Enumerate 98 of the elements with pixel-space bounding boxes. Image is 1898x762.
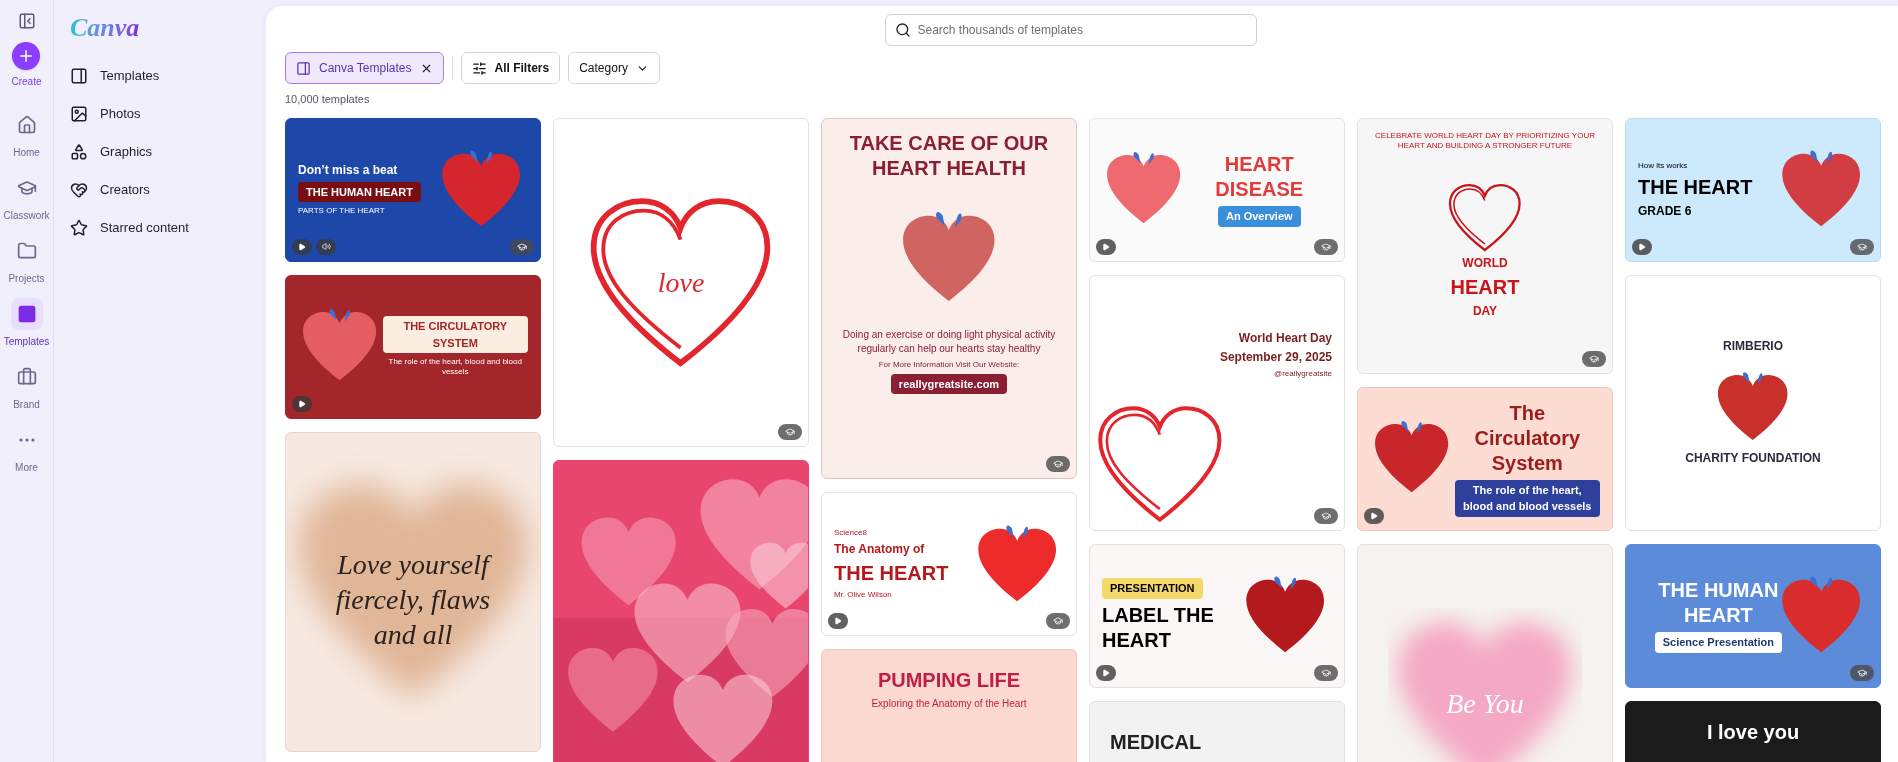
design-title: MEDICAL [1110,729,1202,755]
rail-item[interactable]: Templates [0,298,53,349]
templates-icon [70,67,88,85]
template-card[interactable]: Don’t miss a beat THE HUMAN HEART PARTS OF THE HEART [285,117,541,262]
design-subtitle: CHARITY FOUNDATION [1685,450,1821,466]
design-caption: For More Information Visit Our Website: [878,359,1020,370]
panel-item[interactable]: Starred content [70,211,250,245]
design-subtitle: World Heart Day [1238,331,1332,347]
design-subtitle: DAY [1472,303,1498,319]
design-label: The role of the heart, blood and blood vessels [1454,479,1600,517]
design-caption: Science8 [834,528,867,539]
design-caption: PARTS OF THE HEART [298,206,385,217]
design-script-text: Be You [1446,687,1524,721]
template-card[interactable]: MEDICAL [1089,700,1345,762]
play-icon[interactable] [1632,238,1652,255]
shapes-icon [70,143,88,161]
home-icon [16,115,37,135]
design-subtitle: GRADE 6 [1638,203,1692,219]
template-card[interactable]: How its works THE HEART GRADE 6 [1625,117,1881,262]
template-card[interactable]: RIMBERIO CHARITY FOUNDATION [1625,274,1881,531]
templates-icon [296,60,311,76]
template-card[interactable]: TAKE CARE OF OUR HEART HEALTH Doing an exercise or doing light physical activity regularly can help our hearts stay healthy For More Information Visit Our Website: reallygreatsite.com [821,117,1077,480]
template-card[interactable]: I love you [1625,700,1881,762]
briefcase-icon [16,367,37,387]
design-caption: Mr. Olive Wilson [834,590,892,601]
folder-icon [16,241,37,261]
search-field[interactable]: Search thousands of templates [884,14,1257,46]
design-label: PRESENTATION [1102,578,1203,599]
design-title: LABEL THE HEART [1102,602,1215,653]
design-title: HEART [1450,274,1520,300]
design-text: Doing an exercise or doing light physical activity regularly can help our hearts stay healthy [841,328,1057,356]
design-subtitle: RIMBERIO [1723,339,1783,355]
panel-item[interactable]: Photos [70,97,250,131]
play-icon[interactable] [828,613,848,630]
play-icon[interactable] [1364,507,1384,524]
rail-item[interactable]: More [0,424,53,475]
sliders-icon [471,60,487,76]
template-count: 10,000 templates [285,92,371,107]
design-label: THE HUMAN HEART [298,181,421,203]
heart-drawing [1718,372,1788,441]
template-card[interactable]: World Heart Day September 29, 2025 @reallygreatsite [1089,274,1345,531]
play-icon[interactable] [1096,664,1116,681]
design-title: THE HUMAN HEART [1657,578,1780,629]
panel-item[interactable]: Graphics [70,135,250,169]
design-title: I love you [1706,719,1800,745]
filter-chip[interactable]: Canva Templates [285,52,444,84]
design-title: THE HEART [834,561,949,587]
design-subtitle: The Anatomy of [834,542,925,558]
template-card[interactable]: PRESENTATION LABEL THE HEART [1089,543,1345,688]
design-caption: CELEBRATE WORLD HEART DAY BY PRIORITIZING YOUR HEART AND BUILDING A STRONGER FUTURE [1374,131,1596,152]
design-label: An Overview [1217,206,1301,227]
template-card[interactable]: PUMPING LIFE Exploring the Anatomy of the Heart [821,649,1077,762]
rail-item[interactable]: Brand [0,361,53,412]
template-card[interactable]: THE CIRCULATORY SYSTEM The role of the heart, blood and blood vessels [285,274,541,419]
image-icon [70,105,88,123]
template-card[interactable]: Love yourself fiercely, flaws and all [285,431,541,752]
search-icon [894,22,911,38]
design-caption: @reallygreatsite [1274,369,1332,380]
menu-icon[interactable] [17,12,36,30]
template-card[interactable]: CELEBRATE WORLD HEART DAY BY PRIORITIZING YOUR HEART AND BUILDING A STRONGER FUTURE WORLD HEART DAY [1357,117,1613,374]
template-card[interactable]: love [553,117,809,447]
rail-item[interactable]: Home [0,109,53,160]
design-title: THE HEART [1638,174,1753,200]
heart-handshake-icon [70,181,88,199]
design-title: The Circulatory System [1473,400,1582,476]
panel-item[interactable]: Creators [70,173,250,207]
template-card[interactable]: Science8 The Anatomy of THE HEART Mr. Olive Wilson [821,492,1077,637]
design-caption: How its works [1638,160,1688,171]
design-subtitle: September 29, 2025 [1219,350,1332,366]
panel-item[interactable]: Templates [70,59,250,93]
rail-item[interactable]: Classwork [0,172,53,223]
graduation-cap-icon [16,178,37,198]
design-subtitle: Don’t miss a beat [298,162,398,178]
design-script-text: Love yourself fiercely, flaws and all [334,547,493,652]
category-dropdown[interactable]: Category [568,52,660,84]
design-script-text: love [657,265,705,300]
template-card[interactable]: HEART DISEASE An Overview [1089,117,1345,262]
template-card[interactable]: The Circulatory System The role of the heart, blood and blood vessels [1357,386,1613,531]
design-title: HEART DISEASE [1214,152,1305,203]
templates-icon [16,304,37,324]
design-subtitle: WORLD [1462,255,1508,271]
volume-icon[interactable] [316,238,336,255]
more-icon [18,438,35,442]
star-icon [70,219,88,237]
design-caption: The role of the heart, blood and blood vessels [387,357,523,377]
design-label: THE CIRCULATORY SYSTEM [382,316,528,353]
design-title: TAKE CARE OF OUR HEART HEALTH [848,131,1050,182]
design-text: Exploring the Anatomy of the Heart [871,697,1027,712]
play-icon[interactable] [292,238,312,255]
heart-drawing [1449,183,1521,252]
all-filters-button[interactable]: All Filters [460,52,561,84]
design-label: Science Presentation [1654,632,1782,653]
play-icon[interactable] [292,395,312,412]
rail-item[interactable]: Projects [0,235,53,286]
design-title: PUMPING LIFE [877,668,1021,694]
design-label: reallygreatsite.com [890,373,1008,395]
play-icon[interactable] [1096,238,1116,255]
template-card[interactable]: THE HUMAN HEART Science Presentation [1625,543,1881,688]
